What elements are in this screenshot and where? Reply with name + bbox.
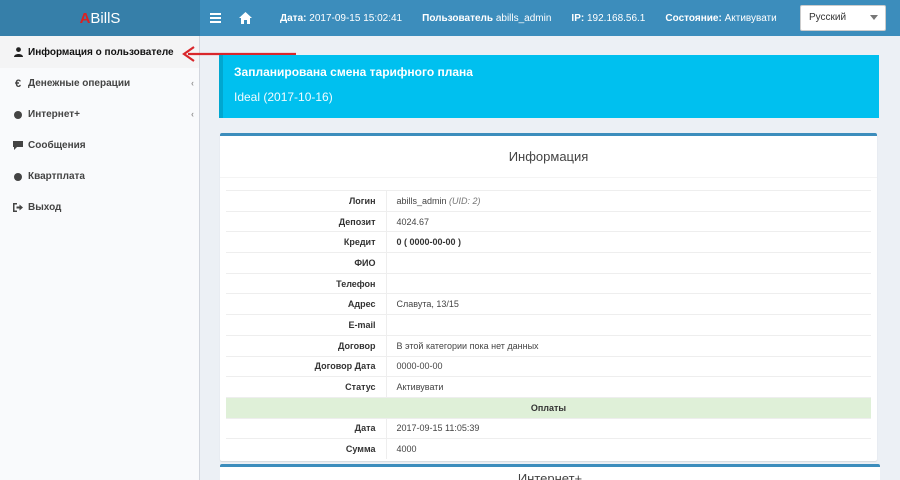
home-button[interactable] [230,0,260,36]
language-select[interactable]: Русский [800,5,886,31]
row-key: Телефон [226,272,387,294]
table-row: Дата 2017-09-15 11:05:39 [226,417,871,439]
ip-value: 192.168.56.1 [586,12,646,24]
internet-box: Интернет+ [220,464,880,480]
logo[interactable]: A BillS [0,0,200,36]
caret-down-icon [870,15,878,20]
uid-value: (UID: 2) [449,195,481,206]
sidebar-item-money[interactable]: € Денежные операции ‹ [0,68,199,99]
header-ip: IP: 192.168.56.1 [571,13,645,24]
callout-subtitle: Ideal (2017-10-16) [234,90,333,104]
row-key: Сумма [226,438,387,460]
table-row: Договор Дата 0000-00-00 [226,355,871,377]
header-user: Пользователь abills_admin [422,13,551,24]
date-label: Дата: [280,12,307,24]
sidebar-item-rent[interactable]: Квартплата [0,161,199,192]
date-value: 2017-09-15 15:02:41 [309,12,403,24]
row-key: Логин [226,190,387,212]
row-value: В этой категории пока нет данных [386,334,871,356]
sidebar-item-label: Сообщения [28,140,86,151]
top-navbar: A BillS Дата: 2017-09-15 15:02:41 Пользов… [0,0,900,36]
user-label: Пользователь [422,12,494,24]
sidebar-item-messages[interactable]: Сообщения [0,130,199,161]
table-row: Депозит 4024.67 [226,210,871,232]
sidebar-item-label: Информация о пользователе [28,46,174,58]
ip-label: IP: [571,12,585,24]
row-key: Договор Дата [226,355,387,377]
table-row: Сумма 4000 [226,438,871,460]
row-value: 2017-09-15 11:05:39 [386,417,871,439]
state-label: Состояние: [665,12,722,24]
row-value [386,314,871,336]
sidebar-item-logout[interactable]: Выход [0,192,199,223]
logo-letter: A [79,9,91,27]
internet-box-title: Интернет+ [517,471,583,480]
table-row: Кредит 0 ( 0000-00-00 ) [226,231,871,253]
table-row: ФИО [226,252,871,274]
user-icon [12,47,24,57]
row-value: abills_admin (UID: 2) [386,190,871,212]
header-date: Дата: 2017-09-15 15:02:41 [280,13,402,24]
tariff-change-callout: Запланирована смена тарифного плана Idea… [219,55,879,118]
callout-title: Запланирована смена тарифного плана [234,65,473,79]
sidebar-item-label: Квартплата [28,171,85,182]
sidebar-item-label: Денежные операции [28,78,131,89]
row-key: Статус [226,376,387,398]
chevron-left-icon: ‹ [191,109,194,119]
row-value: Славута, 13/15 [386,293,871,315]
section-title: Оплаты [226,396,871,419]
home-icon [238,12,252,24]
row-value: 0 ( 0000-00-00 ) [386,231,871,253]
state-value: Активувати [724,12,777,24]
table-row: Логин abills_admin (UID: 2) [226,190,871,212]
sidebar-item-internet[interactable]: Интернет+ ‹ [0,99,199,130]
info-box-title: Информация [220,136,877,178]
language-value: Русский [809,12,847,23]
circle-icon [12,110,24,119]
sidebar-toggle-button[interactable] [200,0,230,36]
row-value: Активувати [386,376,871,398]
table-row: Договор В этой категории пока нет данных [226,334,871,356]
sidebar-item-label: Выход [28,202,62,213]
comment-icon [12,141,24,150]
table-row: Телефон [226,272,871,294]
sidebar-item-label: Интернет+ [28,109,81,120]
row-value: 4024.67 [386,210,871,232]
row-key: E-mail [226,314,387,336]
row-key: Адрес [226,293,387,315]
info-box: Информация Логин abills_admin (UID: 2) Д… [220,133,877,461]
payments-section-header: Оплаты [226,396,871,419]
table-row: Адрес Славута, 13/15 [226,293,871,315]
header-state: Состояние: Активувати [665,13,776,24]
row-value: 4000 [386,438,871,460]
hamburger-icon [209,13,221,23]
row-key: ФИО [226,252,387,274]
table-row: Статус Активувати [226,376,871,398]
credit-value: 0 ( 0000-00-00 ) [396,237,462,248]
table-row: E-mail [226,314,871,336]
logo-text: BillS [90,9,121,27]
sign-out-icon [12,203,24,212]
login-value: abills_admin [396,195,447,206]
sidebar-item-user-info[interactable]: Информация о пользователе [0,36,199,68]
circle-icon [12,172,24,181]
info-table: Логин abills_admin (UID: 2) Депозит 4024… [226,190,871,460]
euro-icon: € [14,77,22,90]
row-key: Кредит [226,231,387,253]
row-value: 0000-00-00 [386,355,871,377]
chevron-left-icon: ‹ [191,78,194,88]
sidebar: Информация о пользователе € Денежные опе… [0,36,200,480]
row-key: Дата [226,417,387,439]
row-value [386,272,871,294]
row-key: Договор [226,334,387,356]
row-key: Депозит [226,210,387,232]
row-value [386,252,871,274]
user-value: abills_admin [495,12,552,24]
